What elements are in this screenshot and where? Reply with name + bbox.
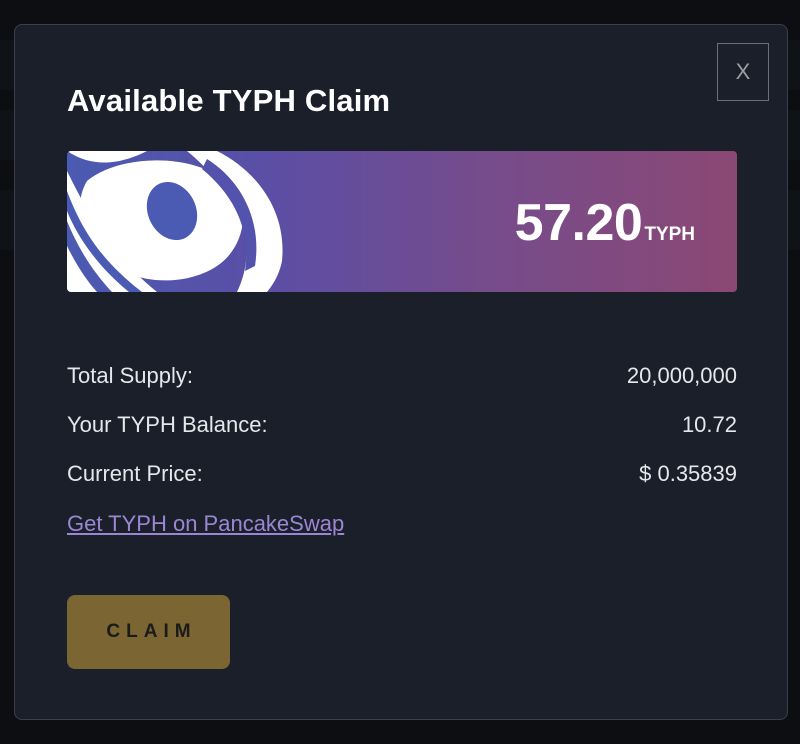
stat-value: 20,000,000 [626,362,737,388]
claim-button[interactable]: CLAIM [67,595,230,669]
claim-amount-unit: TYPH [644,224,695,245]
modal-title: Available TYPH Claim [67,83,391,118]
stat-value: 10.72 [681,411,737,437]
pancakeswap-link[interactable]: Get TYPH on PancakeSwap [67,511,344,537]
stat-row-balance: Your TYPH Balance: 10.72 [67,400,737,449]
claim-amount-banner: 57.20 TYPH [67,151,737,292]
stat-row-total-supply: Total Supply: 20,000,000 [67,351,737,400]
claim-amount-value: 57.20 [514,194,643,252]
stat-label: Total Supply: [67,362,193,388]
claim-modal: X Available TYPH Claim 57.20 TYPH Total … [14,24,788,720]
token-stats: Total Supply: 20,000,000 Your TYPH Balan… [67,351,737,498]
close-button[interactable]: X [717,43,769,101]
stat-label: Your TYPH Balance: [67,411,268,437]
close-icon: X [735,59,751,84]
stat-row-price: Current Price: $ 0.35839 [67,449,737,498]
claim-amount: 57.20 TYPH [515,193,695,253]
stat-value: $ 0.35839 [639,460,737,486]
stat-label: Current Price: [67,460,203,486]
typhoon-logo-icon [67,151,283,292]
